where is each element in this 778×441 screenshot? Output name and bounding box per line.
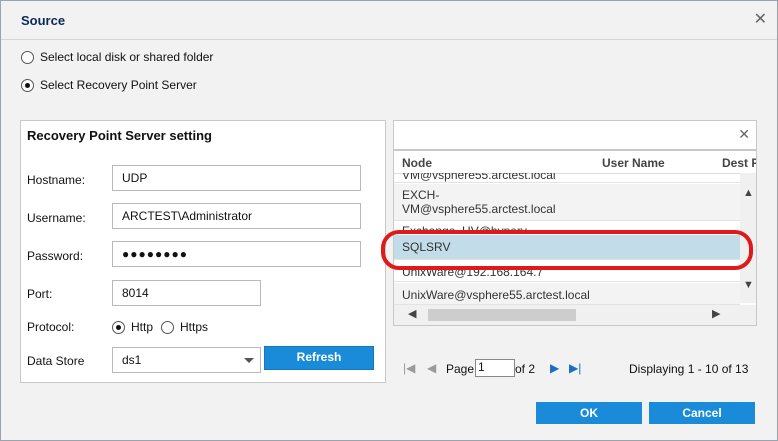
node-cell: Exchange_HV@hyperv: [402, 224, 527, 234]
node-cell: VM@vsphere55.arctest.local: [402, 173, 556, 182]
node-cell-wrap: VM@vsphere55.arctest.local: [402, 202, 556, 216]
username-label: Username:: [27, 211, 86, 225]
source-dialog: Source ✕ Select local disk or shared fol…: [0, 0, 778, 441]
port-field[interactable]: 8014: [112, 280, 261, 306]
first-page-icon[interactable]: |◀: [403, 361, 415, 375]
protocol-http-option[interactable]: Http: [112, 320, 153, 334]
node-panel: ✕ Node User Name Dest P VM@vsphere55.arc…: [393, 120, 757, 381]
pagination-status: Displaying 1 - 10 of 13: [629, 362, 749, 376]
node-cell: UnixWare@192.168.164.7: [402, 265, 544, 279]
table-row[interactable]: EXCH- VM@vsphere55.arctest.local: [394, 184, 740, 221]
protocol-https-option[interactable]: Https: [161, 320, 208, 334]
radio-http[interactable]: [112, 320, 125, 334]
radio-local-disk[interactable]: [21, 50, 34, 64]
scroll-thumb[interactable]: [428, 309, 576, 321]
refresh-button[interactable]: Refresh: [264, 346, 374, 370]
table-row[interactable]: UnixWare@vsphere55.arctest.local: [394, 283, 740, 305]
table-row-selected[interactable]: SQLSRV: [394, 235, 740, 260]
table-row[interactable]: UnixWare@192.168.164.7: [394, 261, 740, 282]
node-grid: Node User Name Dest P VM@vsphere55.arcte…: [393, 150, 757, 326]
radio-https[interactable]: [161, 320, 174, 334]
option-local-disk-label: Select local disk or shared folder: [40, 50, 214, 64]
option-local-disk[interactable]: Select local disk or shared folder: [21, 50, 213, 64]
grid-header: Node User Name Dest P: [394, 151, 756, 174]
http-label: Http: [131, 320, 154, 334]
datastore-label: Data Store: [27, 354, 85, 368]
clear-icon[interactable]: ✕: [738, 126, 750, 143]
chevron-up-icon[interactable]: ▲: [743, 187, 754, 199]
table-row[interactable]: VM@vsphere55.arctest.local: [394, 173, 740, 183]
username-field[interactable]: ARCTEST\Administrator: [112, 203, 361, 229]
hostname-label: Hostname:: [27, 173, 86, 187]
dialog-title: Source: [21, 13, 66, 28]
page-label: Page: [446, 362, 475, 376]
column-header-dest[interactable]: Dest P: [722, 156, 756, 170]
ok-button[interactable]: OK: [536, 402, 642, 424]
option-recovery-point-server-label: Select Recovery Point Server: [40, 78, 197, 92]
column-header-node[interactable]: Node: [402, 156, 432, 170]
chevron-down-icon[interactable]: ▼: [743, 279, 754, 291]
option-recovery-point-server[interactable]: Select Recovery Point Server: [21, 78, 197, 92]
radio-recovery-point-server[interactable]: [21, 78, 34, 92]
datastore-value: ds1: [122, 353, 142, 367]
chevron-left-icon[interactable]: ◀: [408, 307, 416, 320]
table-row[interactable]: Exchange_HV@hyperv: [394, 222, 740, 234]
node-search-input[interactable]: ✕: [393, 120, 757, 150]
https-label: Https: [180, 320, 209, 334]
node-cell: EXCH-: [402, 188, 440, 202]
panel-title: Recovery Point Server setting: [27, 128, 212, 143]
chevron-right-icon[interactable]: ▶: [712, 307, 720, 320]
port-label: Port:: [27, 287, 53, 301]
cancel-button[interactable]: Cancel: [649, 402, 755, 424]
column-header-user-name[interactable]: User Name: [602, 156, 665, 170]
last-page-icon[interactable]: ▶|: [569, 361, 581, 375]
title-bar: Source ✕: [1, 1, 777, 40]
horizontal-scrollbar[interactable]: ◀ ▶: [394, 305, 756, 325]
close-icon[interactable]: ✕: [754, 9, 767, 29]
password-field[interactable]: ●●●●●●●●: [112, 241, 361, 267]
vertical-scrollbar[interactable]: ▲ ▼: [740, 173, 756, 303]
pagination: |◀ ◀ Page 1 of 2 ▶ ▶| Displaying 1 - 10 …: [393, 358, 757, 380]
page-number-input[interactable]: 1: [475, 359, 515, 377]
page-total: of 2: [515, 362, 536, 376]
prev-page-icon[interactable]: ◀: [427, 361, 436, 375]
next-page-icon[interactable]: ▶: [550, 361, 559, 375]
password-label: Password:: [27, 249, 84, 263]
datastore-select[interactable]: ds1: [112, 347, 261, 373]
node-cell: UnixWare@vsphere55.arctest.local: [402, 288, 590, 302]
hostname-field[interactable]: UDP: [112, 165, 361, 191]
node-cell: SQLSRV: [402, 240, 451, 254]
chevron-down-icon[interactable]: [244, 358, 254, 363]
rps-settings-panel: Recovery Point Server setting Hostname: …: [20, 120, 386, 383]
protocol-label: Protocol:: [27, 320, 75, 334]
